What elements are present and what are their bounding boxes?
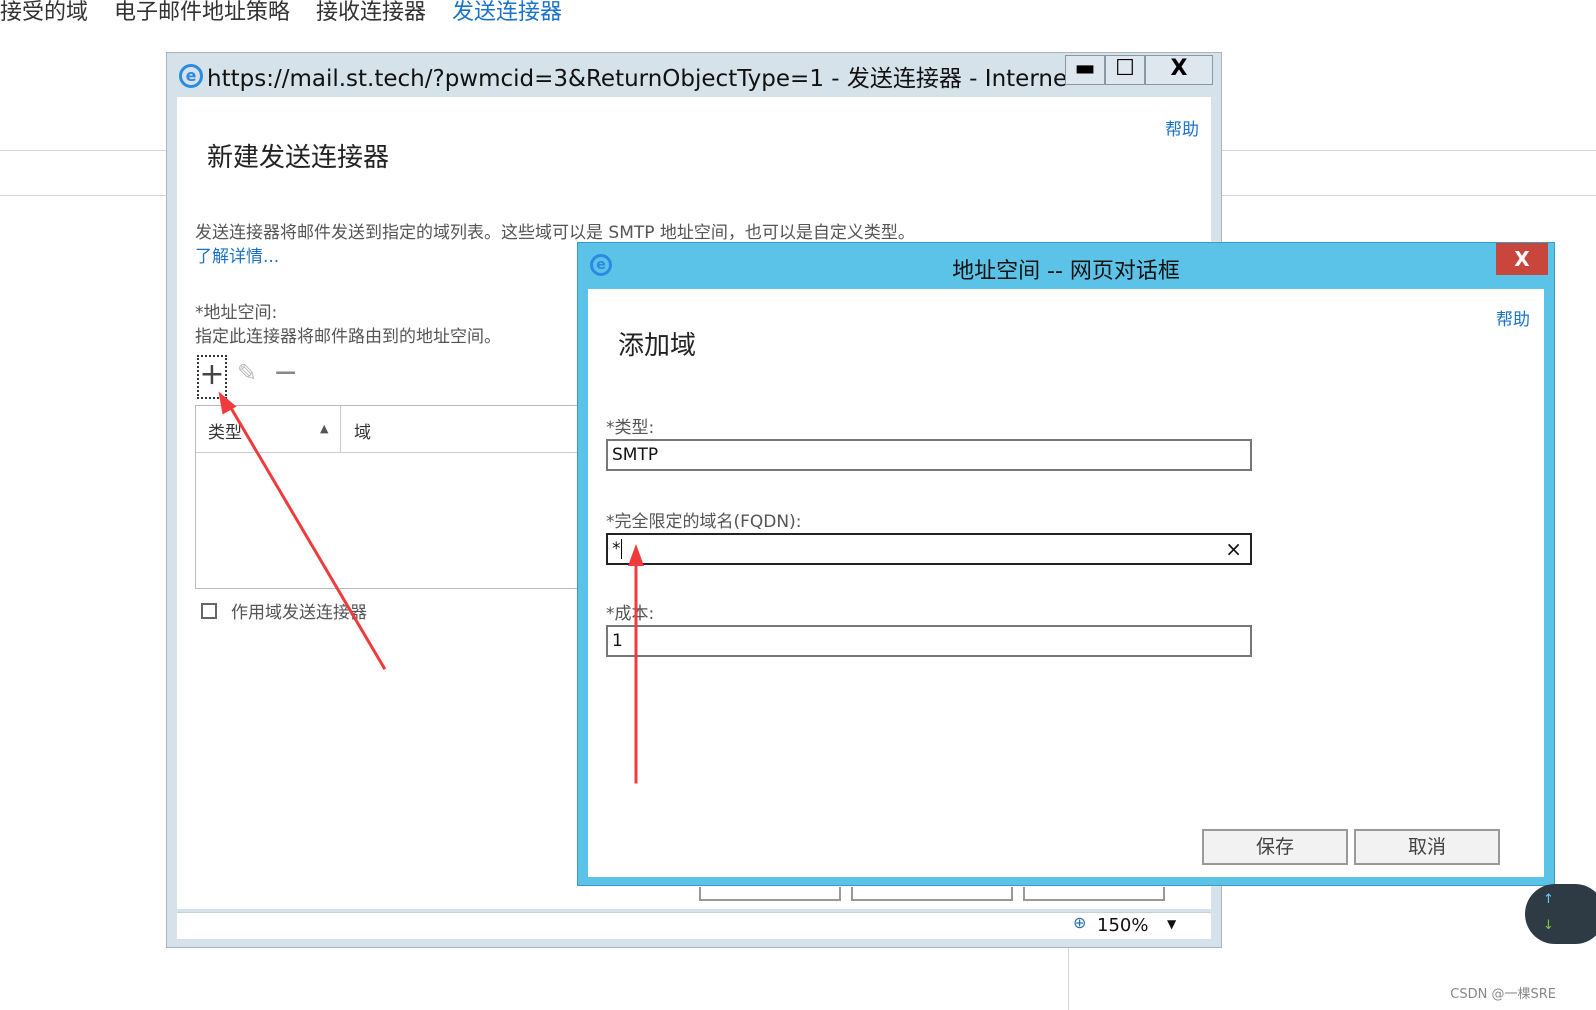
network-speed-widget: ↑ ↓ [1525,884,1596,944]
type-field[interactable]: SMTP [606,439,1252,471]
hidden-button [1023,887,1165,901]
cancel-button[interactable]: 取消 [1354,829,1500,865]
dialog-titlebar: e 地址空间 -- 网页对话框 X [578,243,1554,289]
column-header-domain[interactable]: 域 [354,418,371,443]
help-link[interactable]: 帮助 [1165,115,1199,140]
tab-accepted-domains[interactable]: 接受的域 [0,0,88,26]
background-divider [1068,948,1069,1010]
watermark: CSDN @一棵SRE [1450,987,1556,1002]
tab-send-connectors[interactable]: 发送连接器 [452,0,562,26]
fqdn-value: * [612,539,621,559]
maximize-button[interactable]: ☐ [1105,55,1145,85]
sort-ascending-icon: ▲ [320,422,329,435]
download-arrow-icon: ↓ [1543,918,1554,933]
minimize-button[interactable]: ▬ [1065,55,1105,85]
cost-field[interactable]: 1 [606,625,1252,657]
tab-email-address-policies[interactable]: 电子邮件地址策略 [114,0,290,26]
dialog-heading: 添加域 [618,331,697,361]
fqdn-input[interactable]: * × [606,533,1252,565]
outer-window-title: https://mail.st.tech/?pwmcid=3&ReturnObj… [207,66,1067,92]
hidden-button [699,887,841,901]
annotation-arrow-head [628,544,644,566]
fqdn-label: *完全限定的域名(FQDN): [606,512,802,532]
clear-input-icon[interactable]: × [1225,535,1242,563]
dialog-content: 帮助 添加域 *类型: SMTP *完全限定的域名(FQDN): * × *成本… [588,289,1544,877]
upload-arrow-icon: ↑ [1543,892,1554,907]
zoom-icon: ⊕ [1073,913,1087,932]
close-button[interactable]: X [1145,55,1213,85]
address-space-dialog: e 地址空间 -- 网页对话框 X 帮助 添加域 *类型: SMTP *完全限定… [577,242,1555,886]
outer-window-titlebar: e https://mail.st.tech/?pwmcid=3&ReturnO… [167,53,1221,97]
background-tab-bar: 接受的域 电子邮件地址策略 接收连接器 发送连接器 [0,0,562,26]
edit-icon[interactable]: ✎ [237,359,257,387]
hidden-button [851,887,1013,901]
cost-label: *成本: [606,604,655,624]
text-cursor [620,539,622,559]
learn-more-link[interactable]: 了解详情... [195,247,279,267]
remove-icon[interactable]: − [273,355,298,390]
type-label: *类型: [606,418,655,438]
address-space-table: 类型 ▲ 域 [195,405,595,589]
address-space-desc: 指定此连接器将邮件路由到的地址空间。 [195,327,501,347]
address-space-label: *地址空间: [195,303,278,323]
dialog-help-link[interactable]: 帮助 [1496,305,1530,330]
tab-receive-connectors[interactable]: 接收连接器 [316,0,426,26]
zoom-level[interactable]: 150% [1097,915,1148,936]
dialog-close-button[interactable]: X [1496,243,1548,275]
table-header [196,406,594,453]
column-divider [340,406,341,452]
save-button[interactable]: 保存 [1202,829,1348,865]
ie-icon: e [179,64,203,88]
status-bar: ⊕ 150% ▼ [177,912,1211,939]
annotation-arrow-line [634,557,638,784]
dialog-title: 地址空间 -- 网页对话框 [952,259,1180,284]
page-title: 新建发送连接器 [207,143,390,173]
scoped-connector-checkbox[interactable] [201,603,217,619]
zoom-dropdown-icon[interactable]: ▼ [1167,917,1176,931]
description: 发送连接器将邮件发送到指定的域列表。这些域可以是 SMTP 地址空间，也可以是自… [195,223,915,243]
